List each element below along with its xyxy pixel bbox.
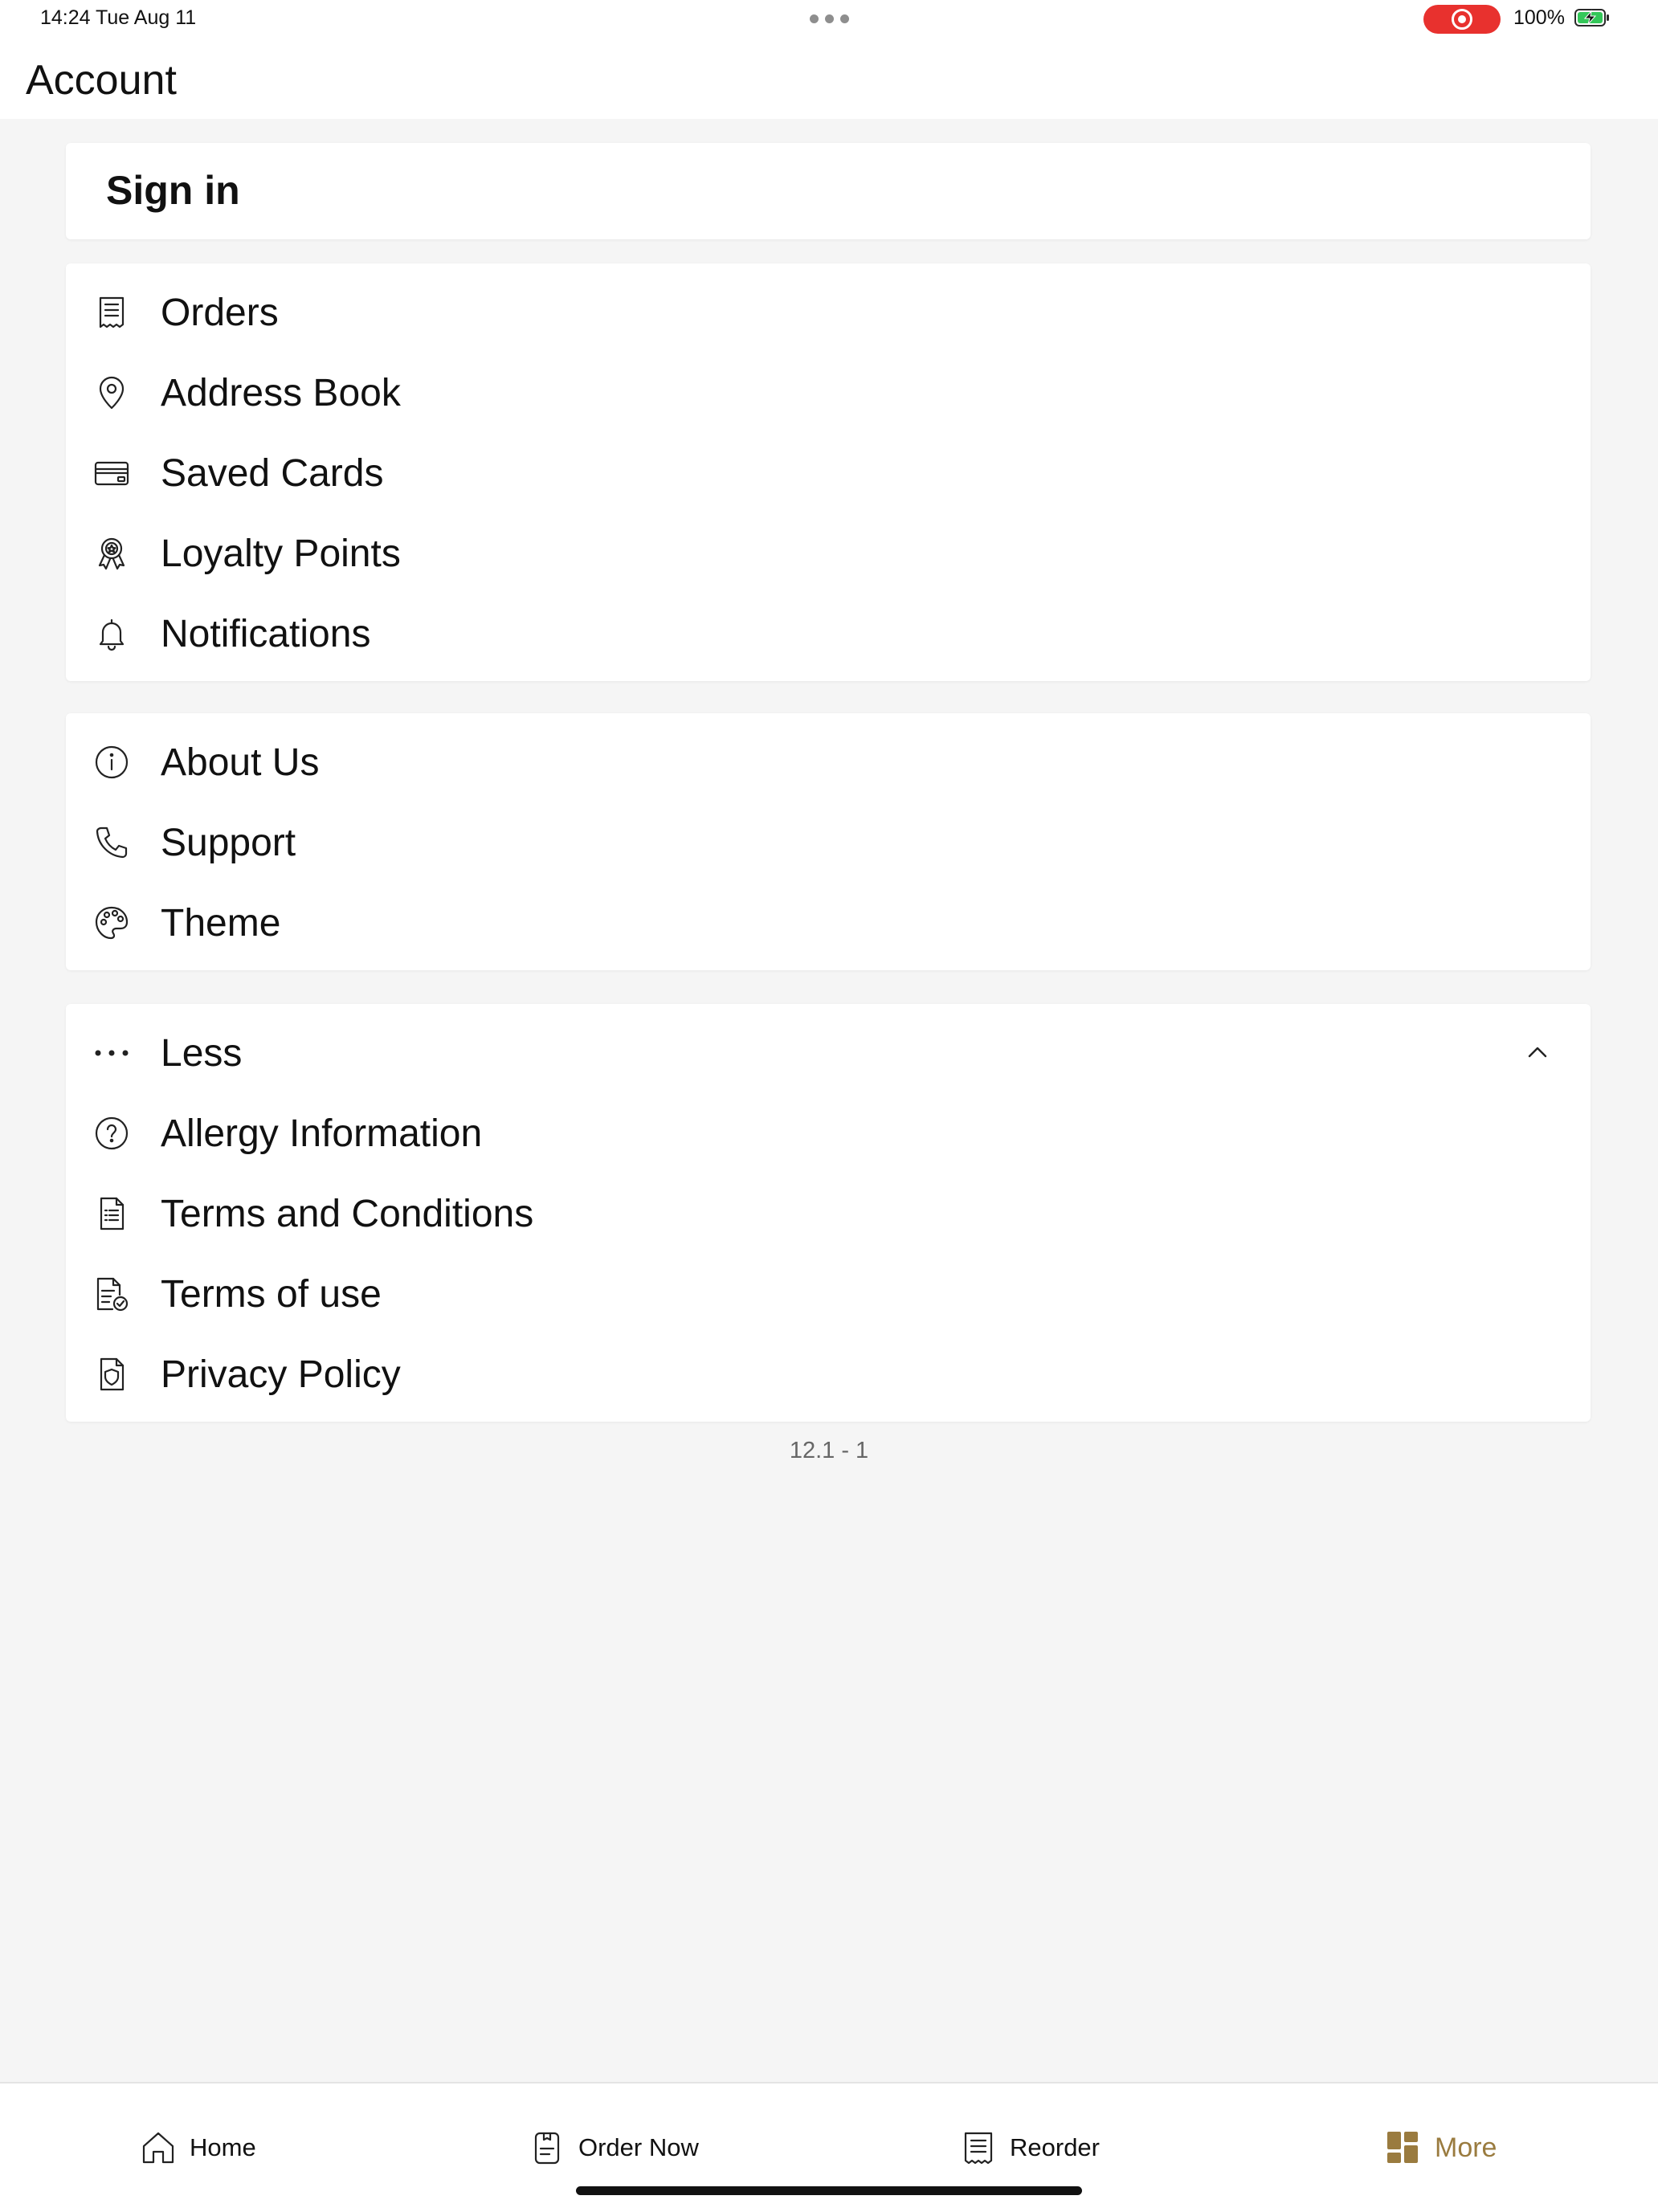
sign-in-card[interactable]: Sign in xyxy=(66,143,1591,239)
page-title: Account xyxy=(26,57,177,104)
info-menu-card: About Us Support Theme xyxy=(66,713,1591,970)
battery-charging-icon xyxy=(1574,9,1609,27)
less-toggle[interactable]: Less xyxy=(66,1012,1591,1092)
tab-order-now-label: Order Now xyxy=(578,2133,699,2161)
order-document-icon xyxy=(534,2132,560,2165)
more-dots-icon xyxy=(93,1035,130,1071)
sign-in-label: Sign in xyxy=(106,168,240,213)
dashboard-grid-icon xyxy=(1387,2132,1418,2163)
menu-item-support[interactable]: Support xyxy=(66,802,1591,882)
home-icon xyxy=(142,2132,174,2164)
battery-percent: 100% xyxy=(1513,6,1565,29)
tab-more-label: More xyxy=(1435,2132,1497,2163)
palette-icon xyxy=(93,904,130,941)
menu-item-label: Terms of use xyxy=(161,1273,382,1316)
tab-order-now[interactable]: Order Now xyxy=(529,2124,699,2172)
menu-item-label: Loyalty Points xyxy=(161,533,401,575)
menu-item-label: Saved Cards xyxy=(161,452,384,495)
account-menu-card: Orders Address Book Saved Cards Loyalty … xyxy=(66,263,1591,681)
map-pin-icon xyxy=(93,374,130,411)
status-bar: 14:24 Tue Aug 11 100% xyxy=(0,0,1658,39)
info-icon xyxy=(93,744,130,781)
menu-item-address-book[interactable]: Address Book xyxy=(66,352,1591,432)
phone-icon xyxy=(93,824,130,861)
tab-home-label: Home xyxy=(190,2133,256,2161)
app-version: 12.1 - 1 xyxy=(789,1438,869,1463)
menu-item-label: Orders xyxy=(161,292,279,334)
receipt-icon xyxy=(93,294,130,331)
question-circle-icon xyxy=(93,1115,130,1152)
menu-item-terms-of-use[interactable]: Terms of use xyxy=(66,1253,1591,1333)
menu-item-allergy-information[interactable]: Allergy Information xyxy=(66,1092,1591,1173)
menu-item-saved-cards[interactable]: Saved Cards xyxy=(66,432,1591,512)
menu-item-privacy-policy[interactable]: Privacy Policy xyxy=(66,1333,1591,1414)
menu-item-label: Allergy Information xyxy=(161,1112,483,1155)
document-shield-icon xyxy=(93,1356,130,1393)
award-ribbon-icon xyxy=(93,535,130,572)
chevron-up-icon[interactable] xyxy=(1525,1039,1550,1065)
more-menu-card: Less Allergy Information Terms and Condi… xyxy=(66,1004,1591,1422)
tab-reorder[interactable]: Reorder xyxy=(960,2124,1100,2172)
multitasking-dots-icon[interactable] xyxy=(810,14,849,23)
bell-icon xyxy=(93,615,130,652)
menu-item-label: Notifications xyxy=(161,613,371,655)
menu-item-label: Privacy Policy xyxy=(161,1353,401,1396)
tab-home[interactable]: Home xyxy=(140,2124,256,2172)
menu-item-label: About Us xyxy=(161,741,320,784)
menu-item-theme[interactable]: Theme xyxy=(66,882,1591,962)
menu-item-terms-and-conditions[interactable]: Terms and Conditions xyxy=(66,1173,1591,1253)
menu-item-about-us[interactable]: About Us xyxy=(66,721,1591,802)
less-toggle-label: Less xyxy=(161,1032,243,1075)
menu-item-label: Address Book xyxy=(161,372,401,414)
screen-recording-indicator[interactable] xyxy=(1423,5,1501,34)
menu-item-notifications[interactable]: Notifications xyxy=(66,593,1591,673)
document-check-icon xyxy=(93,1275,130,1312)
status-time-date: 14:24 Tue Aug 11 xyxy=(40,6,197,29)
tab-reorder-label: Reorder xyxy=(1010,2133,1100,2161)
header: Account xyxy=(0,39,1658,119)
home-indicator[interactable] xyxy=(576,2186,1082,2195)
menu-item-label: Theme xyxy=(161,902,281,945)
menu-item-orders[interactable]: Orders xyxy=(66,271,1591,352)
menu-item-label: Support xyxy=(161,822,296,864)
document-list-icon xyxy=(93,1195,130,1232)
menu-item-label: Terms and Conditions xyxy=(161,1193,534,1235)
menu-item-loyalty-points[interactable]: Loyalty Points xyxy=(66,512,1591,593)
credit-card-icon xyxy=(93,455,130,492)
receipt-icon xyxy=(964,2132,993,2165)
tab-more[interactable]: More xyxy=(1385,2124,1497,2172)
